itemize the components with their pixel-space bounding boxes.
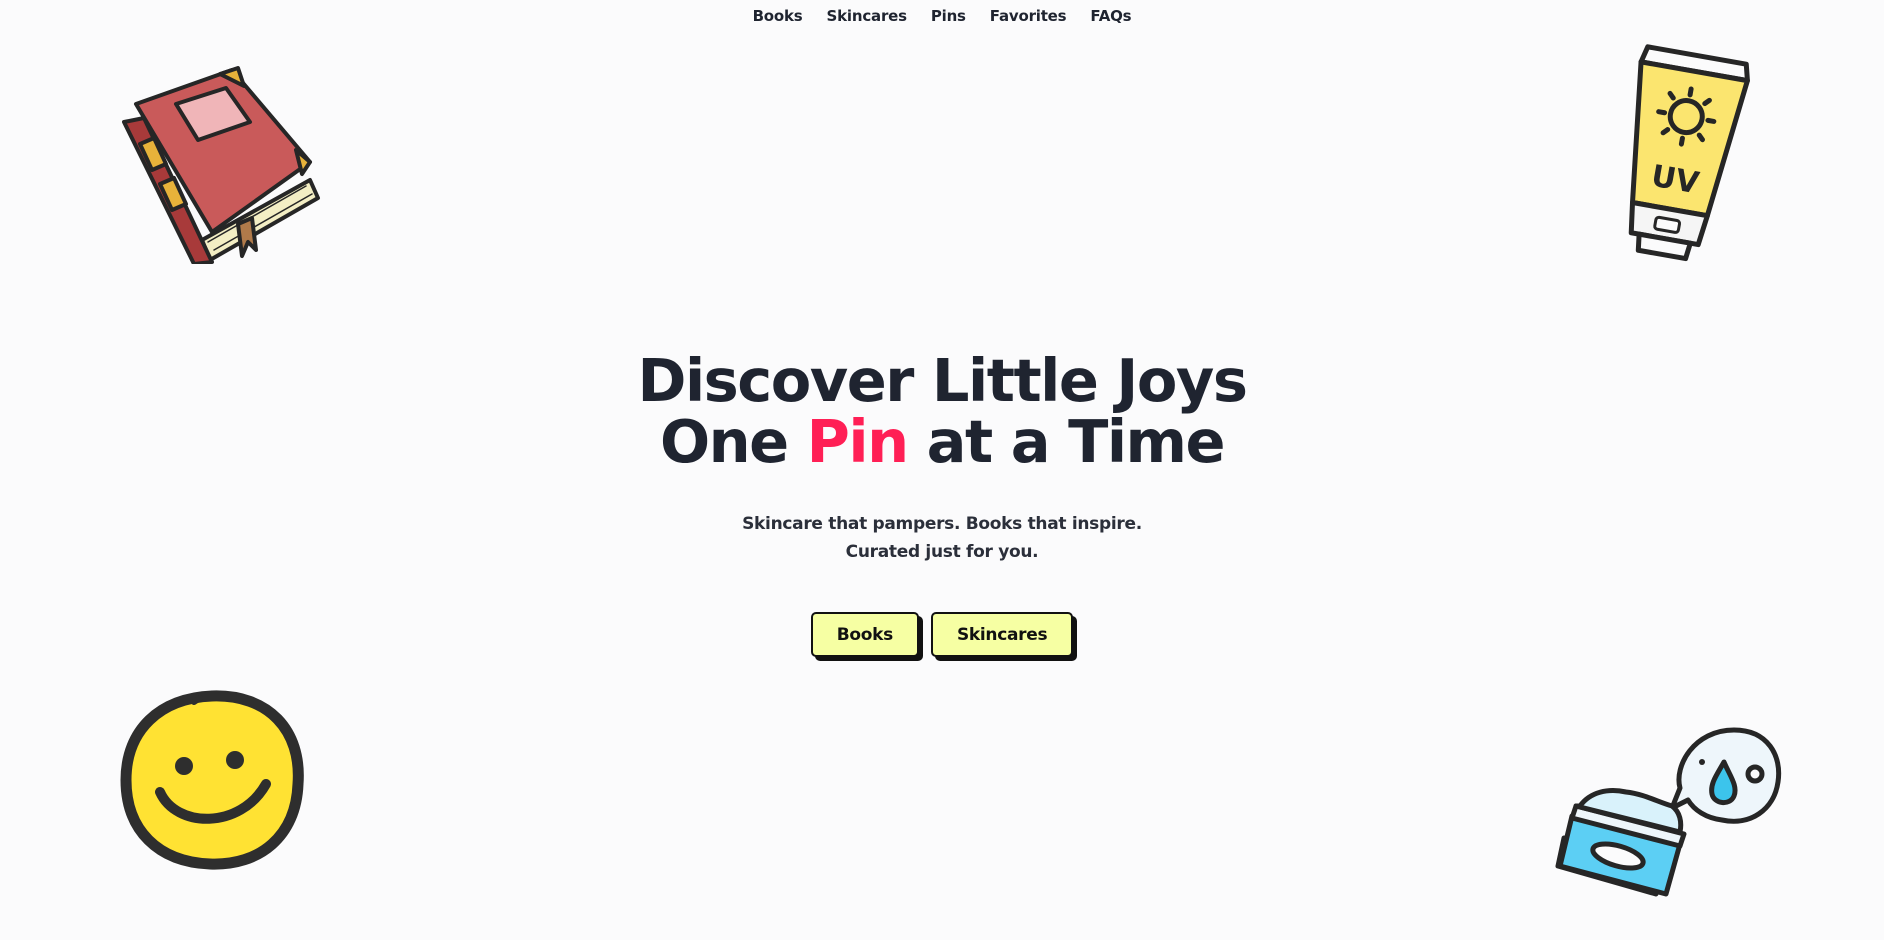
hero-title-line2-start: One: [659, 407, 807, 476]
sunscreen-tube-icon: UV: [1610, 40, 1750, 265]
hero-title: Discover Little Joys One Pin at a Time: [0, 350, 1884, 472]
top-nav: Books Skincares Pins Favorites FAQs: [0, 0, 1884, 30]
hero-title-accent: Pin: [806, 407, 909, 476]
hero-subtitle: Skincare that pampers. Books that inspir…: [0, 510, 1884, 566]
nav-link-favorites[interactable]: Favorites: [990, 5, 1067, 25]
hero-subtitle-line1: Skincare that pampers. Books that inspir…: [742, 514, 1142, 534]
hero-title-line2-end: at a Time: [907, 407, 1226, 476]
nav-link-books[interactable]: Books: [753, 5, 803, 25]
cta-row: Books Skincares: [0, 612, 1884, 657]
hero-section: Discover Little Joys One Pin at a Time S…: [0, 350, 1884, 657]
nav-link-faqs[interactable]: FAQs: [1090, 5, 1131, 25]
nav-link-pins[interactable]: Pins: [931, 5, 966, 25]
hero-subtitle-line2: Curated just for you.: [845, 542, 1039, 562]
book-icon: [114, 64, 324, 264]
moisturizer-jar-icon: [1554, 722, 1784, 912]
nav-link-skincares[interactable]: Skincares: [827, 5, 908, 25]
smiley-face-icon: [120, 690, 305, 870]
skincares-button[interactable]: Skincares: [930, 612, 1074, 657]
books-button[interactable]: Books: [810, 612, 919, 657]
hero-title-line1: Discover Little Joys: [637, 346, 1248, 415]
landing-page: Books Skincares Pins Favorites FAQs UV D…: [0, 0, 1884, 940]
